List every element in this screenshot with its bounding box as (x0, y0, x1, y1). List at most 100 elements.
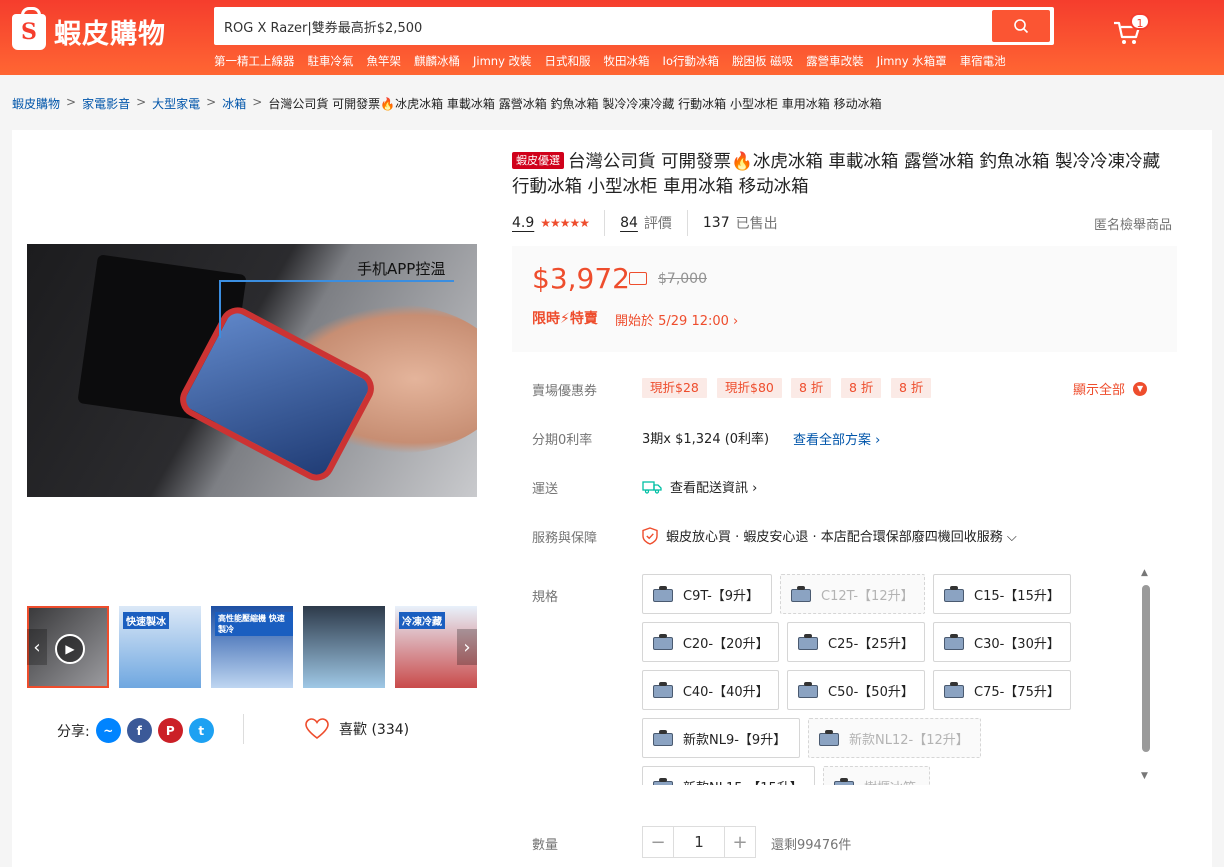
divider (604, 210, 606, 236)
variant-label: 新款NL12-【12升】 (849, 732, 969, 748)
variant-label: C15-【15升】 (974, 588, 1060, 604)
rating-value[interactable]: 4.9 (512, 215, 534, 231)
variant-option[interactable]: C25-【25升】 (787, 622, 925, 662)
breadcrumb: 蝦皮購物 > 家電影音 > 大型家電 > 冰箱 > 台灣公司貨 可開發票🔥冰虎冰箱 車載… (12, 95, 882, 112)
search-button[interactable] (992, 10, 1050, 42)
variant-scrollbar[interactable]: ▲ ▼ (1140, 568, 1152, 784)
guarantee-info[interactable]: 蝦皮放心買 · 蝦皮安心退 · 本店配合環保部廢四機回收服務 ⌵ (642, 526, 1017, 545)
review-count[interactable]: 84 (620, 215, 638, 231)
thumbnail-next-button[interactable]: › (457, 629, 477, 665)
variant-label: C50-【50升】 (828, 684, 914, 700)
variant-option[interactable]: 新款NL12-【12升】 (808, 718, 981, 758)
product-stats: 4.9 ★★★★★ 84 評價 137 已售出 匿名檢舉商品 (512, 210, 1172, 236)
variant-option[interactable]: 新款NL9-【9升】 (642, 718, 800, 758)
hot-link[interactable]: 第一精工上線器 (214, 53, 295, 69)
installment-text: 3期x $1,324 (0利率) (642, 432, 770, 447)
variant-option[interactable]: C20-【20升】 (642, 622, 779, 662)
voucher-tag[interactable]: 8 折 (791, 378, 832, 398)
breadcrumb-link[interactable]: 冰箱 (222, 95, 246, 112)
cart-button[interactable]: 1 (1112, 13, 1150, 47)
guarantee-text: 蝦皮放心買 · 蝦皮安心退 · 本店配合環保部廢四機回收服務 ⌵ (666, 530, 1017, 545)
scroll-down-icon[interactable]: ▼ (1141, 771, 1148, 781)
scroll-up-icon[interactable]: ▲ (1141, 568, 1148, 578)
variant-option[interactable]: 樹櫃冰箱 (823, 766, 930, 785)
facebook-icon[interactable]: f (126, 718, 152, 743)
like-button[interactable]: 喜歡 (334) (305, 718, 409, 740)
review-label: 評價 (643, 216, 672, 232)
variant-option[interactable]: C30-【30升】 (933, 622, 1071, 662)
hot-link[interactable]: 脫困板 磁吸 (732, 53, 793, 69)
product-thumbnail-icon (817, 728, 841, 748)
shipping-label: 運送 (532, 482, 559, 497)
increase-button[interactable]: + (724, 826, 756, 858)
hot-link[interactable]: 牧田冰箱 (604, 53, 650, 69)
callout-line (219, 280, 454, 282)
hot-link[interactable]: Jimny 水箱罩 (877, 53, 947, 69)
product-thumbnail-icon (796, 632, 820, 652)
original-price: $7,000 (658, 271, 707, 287)
variant-option[interactable]: C50-【50升】 (787, 670, 925, 710)
guarantee-label: 服務與保障 (532, 531, 598, 546)
decrease-button[interactable]: − (642, 826, 674, 858)
quantity-input[interactable]: 1 (674, 826, 724, 858)
voucher-tag[interactable]: 現折$28 (642, 378, 707, 398)
hot-link[interactable]: 露營車改裝 (806, 53, 864, 69)
report-product-link[interactable]: 匿名檢舉商品 (1094, 214, 1172, 233)
product-thumbnail-icon (651, 584, 675, 604)
hot-link[interactable]: Io行動冰箱 (663, 53, 719, 69)
hot-link[interactable]: 駐車冷氣 (308, 53, 354, 69)
shipping-info[interactable]: 查看配送資訊 › (642, 477, 757, 496)
product-thumbnail-icon (789, 584, 813, 604)
variant-label: 新款NL9-【9升】 (683, 732, 787, 748)
chevron-right-icon: > (136, 95, 147, 109)
show-all-vouchers[interactable]: 顯示全部 ▼ (1073, 379, 1148, 398)
flash-sale-time[interactable]: 開始於 5/29 12:00 › (615, 310, 738, 329)
chevron-down-icon: ▼ (1133, 381, 1148, 396)
product-thumbnail-icon (942, 680, 966, 700)
thumbnail-prev-button[interactable]: ‹ (27, 629, 47, 665)
voucher-tag[interactable]: 8 折 (841, 378, 882, 398)
pinterest-icon[interactable]: P (157, 718, 183, 743)
variant-option[interactable]: C9T-【9升】 (642, 574, 772, 614)
hot-link[interactable]: Jimny 改裝 (473, 53, 532, 69)
thumbnail[interactable]: 快速製冰 (119, 606, 201, 688)
thumbnail[interactable]: 高性能壓縮機 快速製冷 (211, 606, 293, 688)
variant-option[interactable]: C12T-【12升】 (780, 574, 925, 614)
scrollbar-thumb[interactable] (1142, 585, 1150, 752)
thumbnail-label: 冷凍冷藏 (399, 612, 445, 629)
main-product-image[interactable]: 手机APP控温 (27, 244, 477, 497)
hot-link[interactable]: 日式和服 (545, 53, 591, 69)
variant-label: C12T-【12升】 (821, 588, 914, 604)
variant-option[interactable]: 新款NL15-【15升】 (642, 766, 815, 785)
installment-plans-link[interactable]: 查看全部方案 › (793, 429, 880, 448)
hot-link[interactable]: 麒麟冰桶 (414, 53, 460, 69)
voucher-tag[interactable]: 現折$80 (717, 378, 782, 398)
twitter-icon[interactable]: t (188, 718, 214, 743)
chevron-right-icon: > (66, 95, 77, 109)
product-thumbnail-icon (832, 776, 856, 785)
breadcrumb-link[interactable]: 家電影音 (82, 95, 130, 112)
breadcrumb-link[interactable]: 蝦皮購物 (12, 95, 60, 112)
quantity-label: 數量 (532, 838, 559, 853)
vouchers-label: 賣場優惠券 (532, 384, 598, 399)
truck-icon (642, 480, 662, 494)
product-thumbnail-icon (942, 584, 966, 604)
variant-option[interactable]: C15-【15升】 (933, 574, 1071, 614)
messenger-icon[interactable]: ~ (95, 718, 121, 743)
voucher-tag[interactable]: 8 折 (891, 378, 932, 398)
product-thumbnail-icon (651, 632, 675, 652)
breadcrumb-link[interactable]: 大型家電 (152, 95, 200, 112)
hot-link[interactable]: 車宿電池 (960, 53, 1006, 69)
divider (243, 714, 244, 744)
variant-option[interactable]: C40-【40升】 (642, 670, 779, 710)
variant-option[interactable]: C75-【75升】 (933, 670, 1071, 710)
shopee-logo[interactable]: S 蝦皮購物 (12, 6, 166, 51)
thumbnail-label: 高性能壓縮機 快速製冷 (215, 612, 293, 636)
current-price: $3,972 (532, 262, 630, 295)
sold-label: 已售出 (735, 216, 778, 232)
variant-label: C9T-【9升】 (683, 588, 760, 604)
hot-link[interactable]: 魚竿架 (367, 53, 402, 69)
chevron-right-icon: > (252, 95, 263, 109)
search-input[interactable] (224, 14, 984, 38)
thumbnail[interactable] (303, 606, 385, 688)
